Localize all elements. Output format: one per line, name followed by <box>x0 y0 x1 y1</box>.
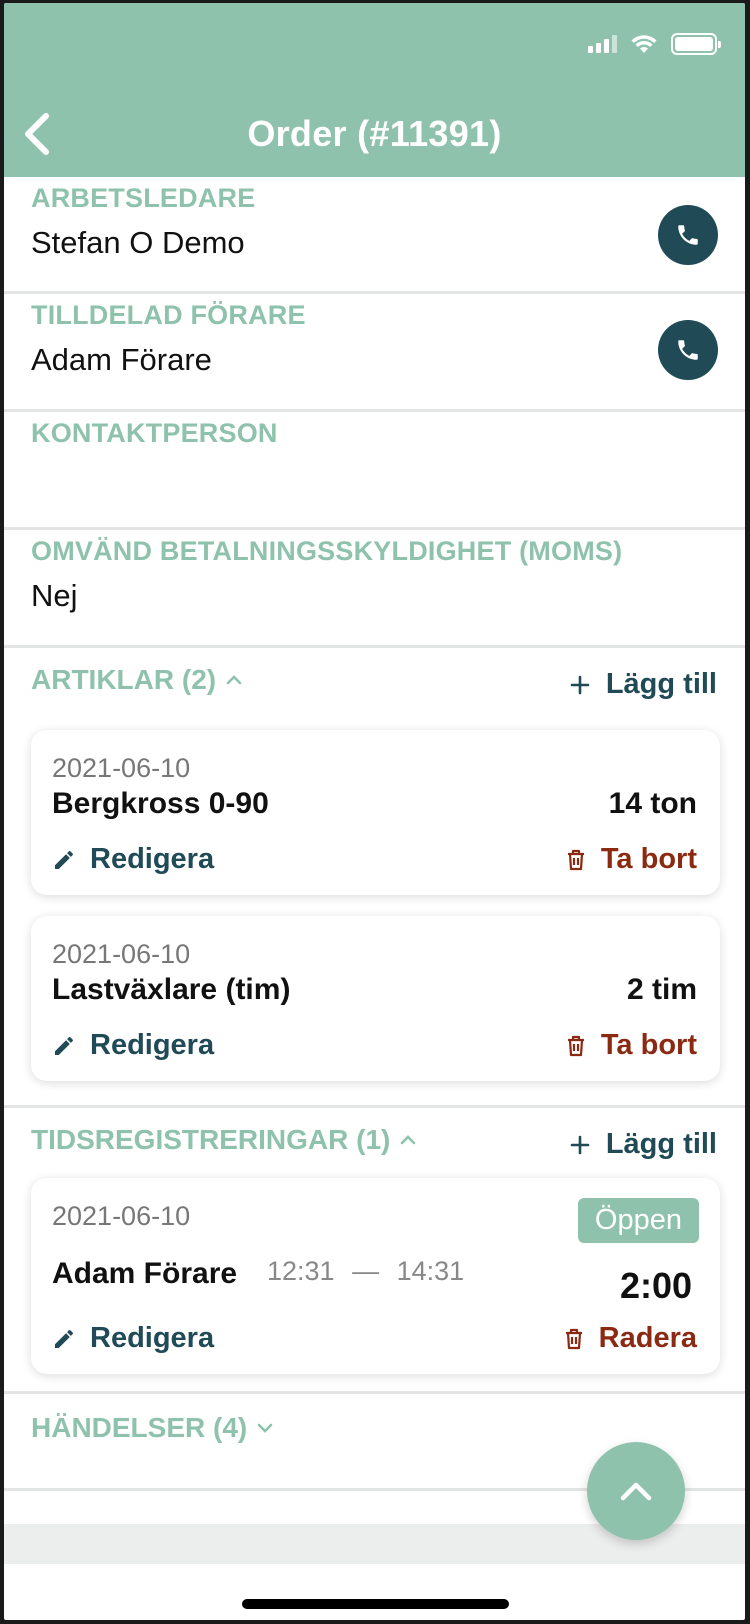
article-card: 2021-06-10 Lastväxlare (tim) 2 tim Redig… <box>31 916 720 1081</box>
field-label: TILLDELAD FÖRARE <box>31 300 306 330</box>
section-tidsregistreringar: TIDSREGISTRERINGAR (1) Lägg till 2021-06… <box>4 1108 745 1394</box>
scroll-to-top-button[interactable] <box>587 1442 685 1540</box>
trash-icon <box>567 849 584 870</box>
status-badge: Öppen <box>577 1198 699 1243</box>
add-time-entry-button[interactable]: Lägg till <box>570 1128 717 1161</box>
add-label: Lägg till <box>605 1128 717 1160</box>
section-kontaktperson: KONTAKTPERSON <box>4 412 745 530</box>
app-header: Order (#11391) <box>4 3 745 177</box>
battery-icon <box>671 33 721 55</box>
edit-label: Redigera <box>90 1322 215 1354</box>
group-title: HÄNDELSER (4) <box>31 1412 248 1443</box>
delete-label: Radera <box>598 1322 697 1354</box>
app-screen: Order (#11391) ARBETSLEDARE Stefan O Dem… <box>4 3 745 1620</box>
status-bar <box>588 33 721 55</box>
order-details: ARBETSLEDARE Stefan O Demo TILLDELAD FÖR… <box>4 177 745 1491</box>
time-separator: — <box>352 1256 380 1286</box>
signal-icon <box>588 35 617 53</box>
group-title: ARTIKLAR (2) <box>31 664 217 695</box>
edit-article-button[interactable]: Redigera <box>52 843 214 876</box>
phone-icon <box>678 225 698 245</box>
edit-label: Redigera <box>90 843 215 875</box>
article-quantity: 14 ton <box>608 787 697 820</box>
phone-icon <box>678 340 698 360</box>
chevron-up-icon <box>401 1135 416 1145</box>
chevron-up-icon <box>620 1482 652 1501</box>
entry-duration: 2:00 <box>619 1265 692 1306</box>
plus-icon <box>570 1135 590 1154</box>
article-date: 2021-06-10 <box>52 753 191 783</box>
handelser-toggle[interactable]: HÄNDELSER (4) <box>31 1412 273 1444</box>
edit-label: Redigera <box>90 1029 215 1061</box>
wifi-icon <box>631 35 657 53</box>
pencil-icon <box>55 1036 73 1055</box>
article-name: Bergkross 0-90 <box>52 787 269 820</box>
pencil-icon <box>55 850 73 869</box>
start-time: 12:31 <box>267 1256 335 1286</box>
section-moms: OMVÄND BETALNINGSSKYLDIGHET (MOMS) Nej <box>4 530 745 648</box>
field-value: Nej <box>31 578 78 613</box>
entry-date: 2021-06-10 <box>52 1201 191 1231</box>
call-arbetsledare-button[interactable] <box>658 205 718 265</box>
delete-article-button[interactable]: Ta bort <box>565 843 697 876</box>
field-value: Adam Förare <box>31 342 212 377</box>
end-time: 14:31 <box>396 1256 465 1286</box>
page-title: Order (#11391) <box>247 113 502 154</box>
tids-toggle[interactable]: TIDSREGISTRERINGAR (1) <box>31 1124 416 1156</box>
entry-time-range: 12:31 — 14:31 <box>267 1256 464 1287</box>
delete-article-button[interactable]: Ta bort <box>565 1029 697 1062</box>
chevron-down-icon <box>257 1423 273 1433</box>
call-driver-button[interactable] <box>658 320 718 380</box>
trash-icon <box>567 1035 584 1056</box>
chevron-up-icon <box>226 675 242 685</box>
pencil-icon <box>55 1329 73 1348</box>
article-date: 2021-06-10 <box>52 939 191 969</box>
delete-label: Ta bort <box>600 843 697 875</box>
section-artiklar: ARTIKLAR (2) Lägg till 2021-06-10 Bergkr… <box>4 648 745 1108</box>
article-quantity: 2 tim <box>626 973 697 1006</box>
time-entry-card: 2021-06-10 Öppen Adam Förare 12:31 — 14:… <box>31 1178 720 1374</box>
section-tilldelad-forare: TILLDELAD FÖRARE Adam Förare <box>4 294 745 412</box>
edit-article-button[interactable]: Redigera <box>52 1029 214 1062</box>
artiklar-toggle[interactable]: ARTIKLAR (2) <box>31 664 242 696</box>
home-indicator <box>242 1599 509 1609</box>
field-value: Stefan O Demo <box>31 225 245 260</box>
article-card: 2021-06-10 Bergkross 0-90 14 ton Rediger… <box>31 730 720 895</box>
article-name: Lastväxlare (tim) <box>52 973 291 1006</box>
entry-person: Adam Förare <box>52 1257 238 1290</box>
plus-icon <box>570 675 590 694</box>
field-label: OMVÄND BETALNINGSSKYLDIGHET (MOMS) <box>31 536 623 566</box>
delete-label: Ta bort <box>600 1029 697 1061</box>
delete-time-entry-button[interactable]: Radera <box>563 1322 697 1355</box>
add-label: Lägg till <box>605 668 717 700</box>
field-label: ARBETSLEDARE <box>31 183 256 213</box>
edit-time-entry-button[interactable]: Redigera <box>52 1322 214 1355</box>
group-title: TIDSREGISTRERINGAR (1) <box>31 1124 391 1155</box>
trash-icon <box>565 1328 582 1349</box>
section-arbetsledare: ARBETSLEDARE Stefan O Demo <box>4 177 745 294</box>
field-label: KONTAKTPERSON <box>31 418 278 448</box>
add-article-button[interactable]: Lägg till <box>570 668 717 701</box>
